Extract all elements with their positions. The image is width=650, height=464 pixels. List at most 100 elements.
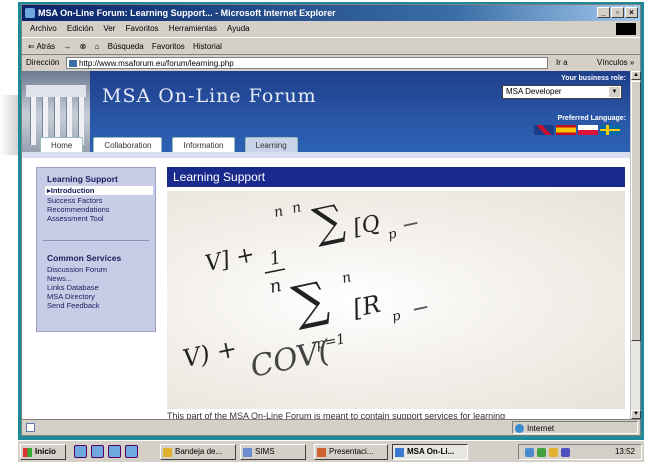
nav-introduction[interactable]: ▸Introduction (45, 186, 153, 195)
svg-text:1: 1 (268, 247, 284, 270)
nav-discussion-forum[interactable]: Discussion Forum (47, 265, 107, 274)
scroll-thumb[interactable] (631, 81, 641, 341)
menu-favoritos[interactable]: Favoritos (126, 24, 159, 33)
flag-pl-icon[interactable] (578, 125, 598, 135)
stop-button[interactable]: ⊗ (80, 42, 87, 51)
task-sims[interactable]: SIMS (240, 444, 306, 460)
menu-bar: Archivo Edición Ver Favoritos Herramient… (22, 22, 640, 36)
ie-icon (395, 448, 404, 457)
scroll-down-icon[interactable]: ▼ (631, 410, 641, 419)
powerpoint-icon (317, 448, 326, 457)
task-msa-online[interactable]: MSA On-Li... (392, 444, 468, 460)
ie-logo-icon (25, 8, 35, 18)
nav-recommendations[interactable]: Recommendations (47, 205, 110, 214)
page-status-icon (26, 423, 35, 432)
nav-assessment-tool[interactable]: Assessment Tool (47, 214, 104, 223)
svg-text:COV(: COV( (247, 334, 334, 385)
svg-text:−: − (409, 295, 432, 323)
menu-archivo[interactable]: Archivo (30, 24, 57, 33)
common-services-heading: Common Services (47, 253, 122, 263)
menu-edicion[interactable]: Edición (67, 24, 93, 33)
address-bar: Dirección http://www.msaforum.eu/forum/l… (22, 56, 640, 70)
tab-information[interactable]: Information (172, 137, 235, 152)
svg-text:n: n (341, 269, 353, 287)
forward-button[interactable]: → (63, 42, 71, 51)
minimize-button[interactable]: _ (597, 7, 610, 18)
nav-success-factors[interactable]: Success Factors (47, 196, 102, 205)
svg-text:p: p (387, 226, 399, 243)
svg-text:n: n (273, 203, 285, 221)
task-label: MSA On-Li... (407, 447, 455, 456)
tab-strip (22, 152, 630, 158)
scroll-up-icon[interactable]: ▲ (631, 71, 641, 80)
close-button[interactable]: × (625, 7, 638, 18)
favorites-button[interactable]: Favoritos (152, 42, 185, 51)
role-label: Your business role: (561, 75, 626, 82)
browser-window: MSA On-Line Forum: Learning Support... -… (21, 4, 641, 436)
speaker-icon[interactable] (525, 448, 534, 457)
building-column (30, 97, 36, 145)
toolbar: ⇐ Atrás → ⊗ ⌂ Búsqueda Favoritos Histori… (22, 37, 640, 55)
svg-text:V) +: V) + (180, 334, 239, 373)
nav-send-feedback[interactable]: Send Feedback (47, 301, 100, 310)
home-button[interactable]: ⌂ (95, 42, 100, 51)
flag-es-icon[interactable] (556, 125, 576, 135)
building-pediment (26, 85, 86, 97)
tab-learning[interactable]: Learning (244, 137, 298, 152)
page-icon (69, 60, 77, 67)
menu-ayuda[interactable]: Ayuda (227, 24, 250, 33)
tab-collaboration[interactable]: Collaboration (93, 137, 163, 152)
site-tabs: Home Collaboration Information Learning (40, 137, 298, 152)
clock: 13:52 (614, 447, 635, 456)
svg-text:V] +: V] + (203, 242, 257, 277)
page-viewport: MSA On-Line Forum Your business role: MS… (22, 71, 630, 419)
menu-ver[interactable]: Ver (103, 24, 115, 33)
start-button[interactable]: Inicio (20, 444, 66, 460)
chevron-down-icon: ▼ (609, 87, 620, 97)
desktop-launch-icon[interactable] (108, 445, 121, 458)
site-header: MSA On-Line Forum Your business role: MS… (22, 71, 630, 158)
app-launch-icon[interactable] (125, 445, 138, 458)
task-label: SIMS (255, 447, 275, 456)
task-presentation[interactable]: Presentaci... (314, 444, 388, 460)
nav-links-database[interactable]: Links Database (47, 283, 99, 292)
maximize-button[interactable]: ▫ (611, 7, 624, 18)
links-button[interactable]: Vínculos » (597, 56, 634, 70)
nav-news[interactable]: News... (47, 274, 72, 283)
flag-se-icon[interactable] (600, 125, 620, 135)
svg-text:−: − (399, 211, 422, 239)
nav-msa-directory[interactable]: MSA Directory (47, 292, 95, 301)
network-icon[interactable] (537, 448, 546, 457)
svg-text:∑: ∑ (309, 195, 349, 249)
role-select[interactable]: MSA Developer ▼ (502, 85, 622, 99)
window-controls: _ ▫ × (597, 7, 638, 18)
language-flags (534, 125, 620, 135)
outlook-launch-icon[interactable] (91, 445, 104, 458)
status-bar: Internet (22, 419, 640, 435)
title-bar[interactable]: MSA On-Line Forum: Learning Support... -… (22, 5, 640, 21)
task-inbox[interactable]: Bandeja de... (160, 444, 236, 460)
zone-pane: Internet (512, 421, 638, 434)
taskbar: Inicio Bandeja de... SIMS Presentaci... … (18, 440, 644, 462)
formula-illustration: n ∑ [Q p − n V] + 1 n n ∑ p=1 [R p − V) (167, 191, 625, 409)
address-input[interactable]: http://www.msaforum.eu/forum/learning.ph… (66, 57, 548, 69)
tab-home[interactable]: Home (40, 137, 84, 152)
nav-divider (43, 240, 149, 241)
back-button[interactable]: ⇐ Atrás (28, 42, 55, 51)
svg-text:[Q: [Q (351, 211, 382, 241)
task-label: Presentaci... (329, 447, 374, 456)
windows-logo-icon (23, 448, 32, 457)
language-label: Preferred Language: (557, 115, 626, 122)
history-button[interactable]: Historial (193, 42, 222, 51)
shield-icon[interactable] (561, 448, 570, 457)
flag-uk-icon[interactable] (534, 125, 554, 135)
search-button[interactable]: Búsqueda (108, 42, 144, 51)
security-icon[interactable] (549, 448, 558, 457)
svg-text:n: n (291, 199, 303, 217)
menu-herramientas[interactable]: Herramientas (169, 24, 217, 33)
address-label: Dirección (26, 58, 60, 67)
go-button[interactable]: Ir a (556, 56, 568, 70)
vertical-scrollbar[interactable]: ▲ ▼ (630, 71, 641, 419)
start-label: Inicio (35, 447, 56, 456)
ie-launch-icon[interactable] (74, 445, 87, 458)
